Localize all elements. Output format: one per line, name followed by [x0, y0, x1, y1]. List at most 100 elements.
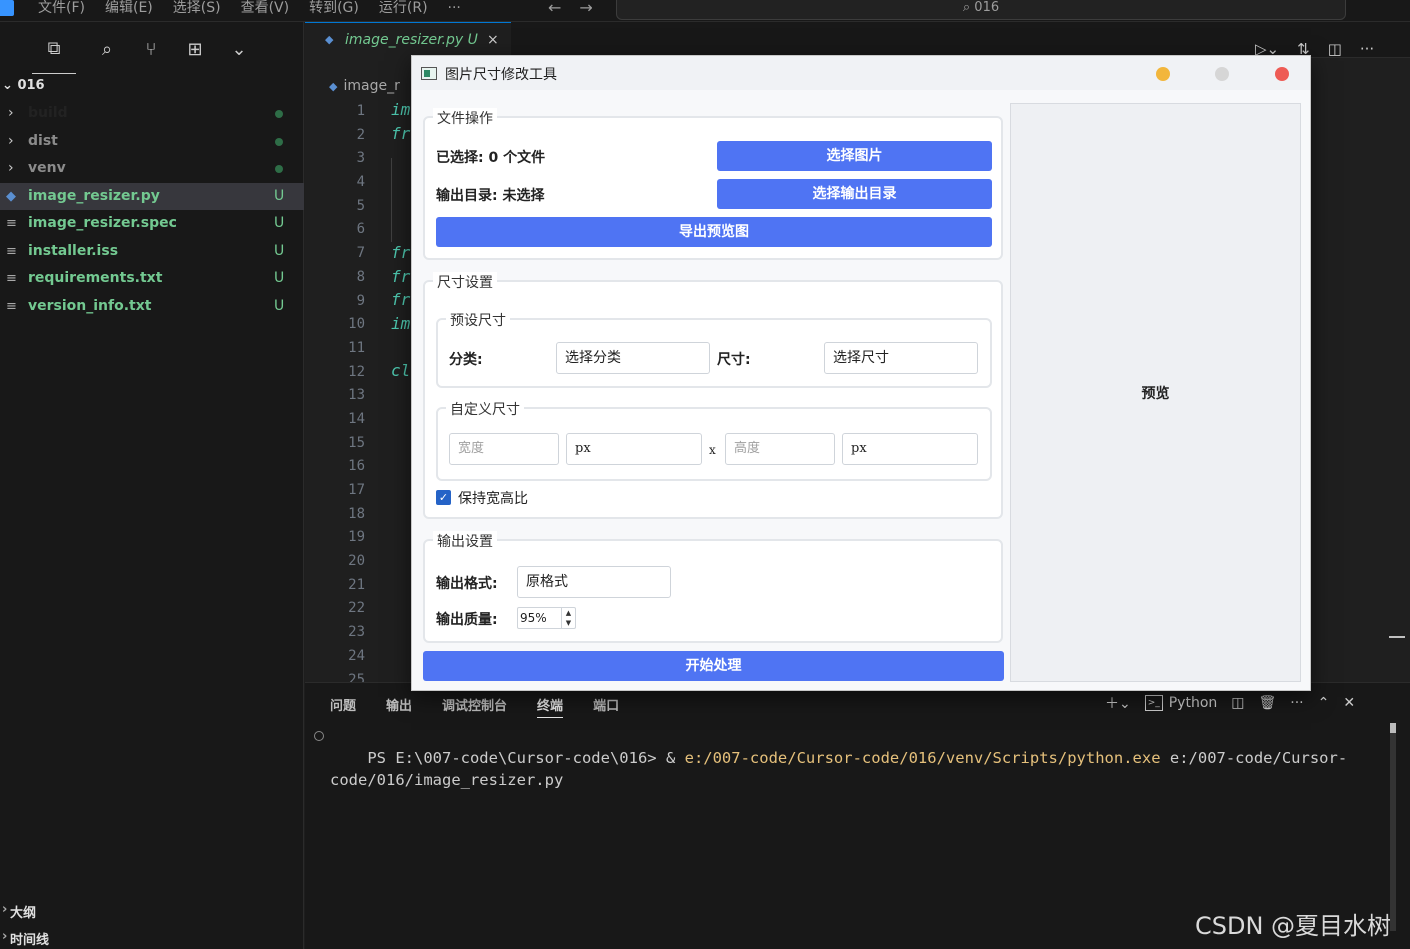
menu-selection[interactable]: 选择(S)	[173, 0, 221, 16]
category-label: 分类:	[449, 352, 483, 368]
width-input[interactable]: 宽度	[449, 433, 559, 465]
tab-debug-console[interactable]: 调试控制台	[442, 695, 507, 718]
line-number: 16	[348, 458, 365, 475]
more-icon[interactable]: ···	[1360, 40, 1374, 58]
close-panel-icon[interactable]: ✕	[1343, 695, 1355, 711]
size-select[interactable]: 选择尺寸	[824, 342, 978, 374]
group-title: 预设尺寸	[446, 310, 510, 330]
close-button[interactable]	[1275, 67, 1289, 81]
line-number: 20	[348, 553, 365, 570]
trash-icon[interactable]: 🗑	[1259, 695, 1277, 711]
file-operations-group: 文件操作 已选择: 0 个文件 输出目录: 未选择 选择图片 选择输出目录 导出…	[423, 108, 1003, 260]
spin-arrows-icon[interactable]: ▲ ▼	[561, 608, 575, 628]
select-output-dir-button[interactable]: 选择输出目录	[717, 179, 992, 209]
group-title: 自定义尺寸	[446, 399, 524, 419]
text-file-icon: ≡	[6, 299, 17, 314]
code-line: im	[391, 314, 411, 333]
tree-file-label: image_resizer.py	[28, 188, 160, 204]
window-title-bar[interactable]: 图片尺寸修改工具	[412, 56, 1310, 90]
python-file-icon: ◆	[325, 33, 334, 46]
size-settings-group: 尺寸设置 预设尺寸 分类: 选择分类 尺寸: 选择尺寸 自定义尺寸 宽度 px …	[423, 272, 1003, 519]
keep-ratio-checkbox[interactable]: ✓	[436, 490, 451, 505]
watermark: CSDN @夏目水树	[1195, 912, 1392, 940]
select-images-button[interactable]: 选择图片	[717, 141, 992, 171]
tab-output[interactable]: 输出	[386, 695, 412, 718]
tree-folder-venv[interactable]: › venv	[0, 155, 304, 182]
terminal-prompt: PS E:\007-code\Cursor-code\016> &	[367, 749, 685, 767]
tree-folder-build[interactable]: › build	[0, 100, 304, 127]
source-control-icon[interactable]: ⑂	[138, 36, 164, 62]
tree-file-version-info-txt[interactable]: ≡ version_info.txt U	[0, 293, 304, 320]
split-terminal-icon[interactable]: ◫	[1231, 695, 1244, 711]
tab-image-resizer-py[interactable]: ◆ image_resizer.py U ×	[305, 22, 511, 58]
more-icon[interactable]: ···	[1290, 695, 1303, 711]
width-unit-select[interactable]: px	[566, 433, 702, 465]
terminal-scrollbar[interactable]	[1390, 723, 1396, 931]
outline-section[interactable]: 大纲	[2, 902, 36, 921]
tab-ports[interactable]: 端口	[593, 695, 619, 718]
back-arrow-icon[interactable]: ←	[548, 0, 561, 17]
start-processing-button[interactable]: 开始处理	[423, 651, 1004, 681]
menu-view[interactable]: 查看(V)	[241, 0, 290, 16]
new-terminal-icon[interactable]: ＋⌄	[1105, 693, 1131, 713]
search-icon[interactable]: ⌕	[94, 36, 120, 62]
text-file-icon: ≡	[6, 271, 17, 286]
editor-tab-bar: ◆ image_resizer.py U × ▷⌄ ⇅ ◫ ···	[305, 22, 1410, 58]
git-status-badge: U	[274, 270, 285, 286]
quality-spinbox[interactable]: 95% ▲ ▼	[517, 607, 576, 629]
menu-run[interactable]: 运行(R)	[379, 0, 428, 16]
maximize-button[interactable]	[1215, 67, 1229, 81]
extensions-icon[interactable]: ⊞	[182, 36, 208, 62]
explorer-root[interactable]: ⌄ 016	[0, 78, 45, 93]
minimize-button[interactable]	[1156, 67, 1170, 81]
height-unit-select[interactable]: px	[842, 433, 978, 465]
export-preview-button[interactable]: 导出预览图	[436, 217, 992, 247]
tree-folder-dist[interactable]: › dist	[0, 128, 304, 155]
tree-file-image-resizer-spec[interactable]: ≡ image_resizer.spec U	[0, 210, 304, 237]
nav-arrows: ← →	[548, 0, 593, 17]
chevron-down-icon[interactable]: ⌄	[226, 36, 252, 62]
category-select[interactable]: 选择分类	[556, 342, 710, 374]
tree-file-installer-iss[interactable]: ≡ installer.iss U	[0, 238, 304, 265]
tab-problems[interactable]: 问题	[330, 695, 356, 718]
line-number: 14	[348, 410, 365, 427]
menu-more[interactable]: ···	[448, 0, 461, 16]
group-title: 文件操作	[433, 108, 497, 128]
preview-area: 预览	[1010, 103, 1301, 682]
menu-edit[interactable]: 编辑(E)	[105, 0, 153, 16]
tab-terminal[interactable]: 终端	[537, 695, 564, 718]
code-line: fr	[391, 243, 411, 262]
menu-file[interactable]: 文件(F)	[38, 0, 85, 16]
close-icon[interactable]: ×	[487, 23, 499, 57]
height-input[interactable]: 高度	[725, 433, 835, 465]
terminal-shell-selector[interactable]: >_ Python	[1144, 695, 1218, 711]
tree-file-image-resizer-py[interactable]: ◆ image_resizer.py U	[0, 183, 304, 210]
timeline-section[interactable]: 时间线	[2, 929, 49, 948]
line-number: 22	[348, 600, 365, 617]
minimap-slider[interactable]	[1389, 636, 1405, 638]
tree-folder-label: dist	[28, 133, 58, 149]
command-center-search[interactable]: ⌕ 016	[616, 0, 1346, 20]
preset-size-group: 预设尺寸 分类: 选择分类 尺寸: 选择尺寸	[436, 310, 992, 388]
breadcrumb[interactable]: ◆ image_r	[329, 78, 400, 94]
tree-file-requirements-txt[interactable]: ≡ requirements.txt U	[0, 265, 304, 292]
scroll-thumb[interactable]	[1390, 723, 1396, 733]
terminal-output[interactable]: PS E:\007-code\Cursor-code\016> & e:/007…	[314, 725, 1390, 813]
maximize-panel-icon[interactable]: ⌃	[1318, 695, 1330, 711]
indent-guide	[391, 158, 392, 242]
times-symbol: x	[709, 443, 716, 457]
split-editor-icon[interactable]: ◫	[1328, 40, 1342, 58]
line-number: 11	[348, 339, 365, 356]
menu-go[interactable]: 转到(G)	[309, 0, 359, 16]
forward-arrow-icon[interactable]: →	[579, 0, 592, 17]
explorer-icon[interactable]: ⧉	[32, 36, 76, 74]
code-line: fr	[391, 267, 411, 286]
code-line: fr	[391, 290, 411, 309]
code-line: cl	[391, 361, 411, 380]
keep-ratio-label[interactable]: 保持宽高比	[458, 488, 528, 508]
output-format-select[interactable]: 原格式	[517, 566, 671, 598]
chevron-right-icon: ›	[8, 160, 14, 176]
line-number: 15	[348, 434, 365, 451]
terminal-shell-label: Python	[1168, 695, 1218, 711]
line-number: 24	[348, 647, 365, 664]
